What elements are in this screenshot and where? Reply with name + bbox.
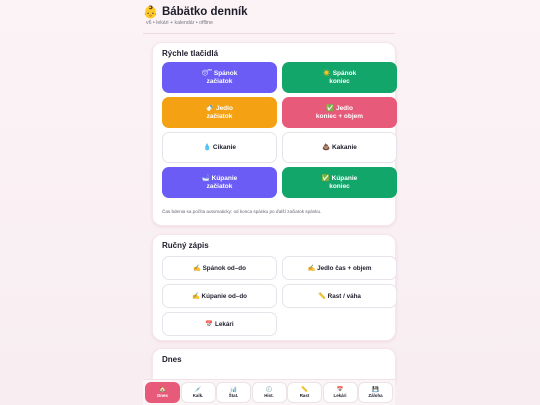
- nav-item-stats[interactable]: 📊 Štat.: [216, 382, 251, 403]
- feed-start-button[interactable]: 🍼 Jedlo začiatok: [162, 97, 277, 128]
- nav-item-growth[interactable]: 📏 Rast: [287, 382, 322, 403]
- sleep-icon: 😴: [201, 69, 213, 77]
- app: 👶 Bábätko denník v6 • lekári + kalendár …: [143, 0, 397, 405]
- quick-buttons-card: Rýchle tlačidlá 😴 Spánok začiatok ☀️ Spá…: [152, 42, 397, 226]
- bath-end-button[interactable]: ✅ Kúpanie koniec: [282, 167, 397, 198]
- quick-buttons-grid: 😴 Spánok začiatok ☀️ Spánok koniec 🍼 Jed…: [162, 62, 397, 198]
- check-icon: ✅: [321, 174, 330, 182]
- growth-weight-button[interactable]: 📏 Rast / váha: [282, 284, 397, 308]
- feed-end-button[interactable]: ✅ Jedlo koniec + objem: [282, 97, 397, 128]
- sleep-end-button[interactable]: ☀️ Spánok koniec: [282, 62, 397, 93]
- manual-entry-grid: ✍️ Spánok od–do ✍️ Jedlo čas + objem ✍️ …: [162, 256, 397, 336]
- doctors-button[interactable]: 📅 Lekári: [162, 312, 277, 336]
- manual-feed-button[interactable]: ✍️ Jedlo čas + objem: [282, 256, 397, 280]
- check-icon: ✅: [326, 104, 335, 112]
- nav-item-today[interactable]: 🏠 Dnes: [145, 382, 180, 403]
- writing-hand-icon: ✍️: [193, 265, 201, 272]
- pee-button[interactable]: 💧 Cikanie: [162, 132, 277, 163]
- nav-item-calculator[interactable]: 💉 Kalk.: [180, 382, 216, 403]
- ruler-icon: 📏: [318, 293, 326, 300]
- poop-button[interactable]: 💩 Kakanie: [282, 132, 397, 163]
- bottle-icon: 🍼: [206, 104, 215, 112]
- page-title: Bábätko denník: [161, 6, 248, 18]
- manual-sleep-button[interactable]: ✍️ Spánok od–do: [162, 256, 277, 280]
- bathtub-icon: 🛁: [201, 174, 210, 182]
- sun-icon: ☀️: [322, 69, 331, 77]
- nav-item-doctors[interactable]: 📅 Lekári: [322, 382, 358, 403]
- writing-hand-icon: ✍️: [191, 293, 200, 300]
- nav-item-history[interactable]: 🕘 Hist.: [251, 382, 287, 403]
- manual-entry-card: Ručný zápis ✍️ Spánok od–do ✍️ Jedlo čas…: [152, 234, 397, 341]
- page-subtitle: v6 • lekári + kalendár • offline: [146, 20, 213, 26]
- bottom-nav: 🏠 Dnes 💉 Kalk. 📊 Štat. 🕘 Hist. 📏 Rast 📅 …: [143, 379, 395, 405]
- title-row: 👶 Bábätko denník: [143, 5, 395, 19]
- poop-icon: 💩: [322, 143, 331, 151]
- manual-bath-button[interactable]: ✍️ Kúpanie od–do: [162, 284, 277, 308]
- baby-icon: 👶: [143, 5, 158, 19]
- sleep-start-button[interactable]: 😴 Spánok začiatok: [162, 62, 277, 93]
- quick-buttons-title: Rýchle tlačidlá: [162, 49, 219, 58]
- header: 👶 Bábätko denník v6 • lekári + kalendár …: [143, 0, 395, 34]
- awake-time-note: Čas bdenia sa počíta automaticky: od kon…: [162, 209, 322, 214]
- bath-start-button[interactable]: 🛁 Kúpanie začiatok: [162, 167, 277, 198]
- today-title: Dnes: [162, 355, 182, 364]
- writing-hand-icon: ✍️: [307, 265, 316, 272]
- nav-item-backup[interactable]: 💾 Záloha: [358, 382, 393, 403]
- calendar-icon: 📅: [205, 321, 214, 328]
- droplet-icon: 💧: [202, 143, 212, 151]
- manual-entry-title: Ručný zápis: [162, 241, 209, 250]
